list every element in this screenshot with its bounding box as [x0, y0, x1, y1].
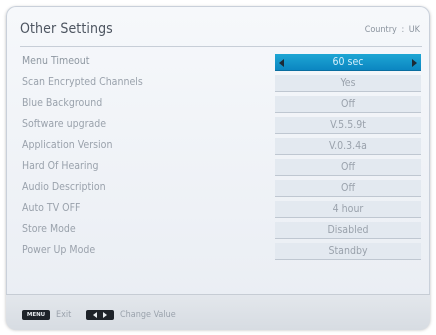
- setting-label: Software upgrade: [22, 118, 107, 130]
- setting-label: Audio Description: [22, 181, 106, 193]
- setting-value-selector[interactable]: 60 sec: [275, 54, 421, 71]
- setting-value[interactable]: Yes: [275, 75, 421, 92]
- setting-label: Store Mode: [22, 223, 76, 235]
- left-right-arrows-icon: [86, 310, 114, 320]
- setting-row-hard-of-hearing[interactable]: Hard Of Hearing Off: [20, 157, 421, 178]
- setting-label: Scan Encrypted Channels: [22, 76, 143, 88]
- setting-value[interactable]: Off: [275, 180, 421, 197]
- arrow-right-icon[interactable]: [412, 59, 417, 67]
- setting-row-software-upgrade[interactable]: Software upgrade V.5.5.9t: [20, 115, 421, 136]
- country-label: Country: [364, 25, 397, 35]
- country-separator: :: [401, 25, 405, 35]
- setting-value[interactable]: Standby: [275, 243, 421, 260]
- settings-panel: Other Settings Country : UK Menu Timeout…: [6, 6, 430, 329]
- help-change-value: Change Value: [86, 309, 176, 321]
- help-exit-label: Exit: [56, 310, 72, 320]
- setting-label: Power Up Mode: [22, 244, 96, 256]
- setting-label: Auto TV OFF: [22, 202, 81, 214]
- tv-screen: Other Settings Country : UK Menu Timeout…: [0, 0, 436, 335]
- setting-label: Blue Background: [22, 97, 103, 109]
- setting-value[interactable]: 4 hour: [275, 201, 421, 218]
- setting-value[interactable]: Disabled: [275, 222, 421, 239]
- setting-label: Hard Of Hearing: [22, 160, 99, 172]
- setting-row-blue-background[interactable]: Blue Background Off: [20, 94, 421, 115]
- setting-value[interactable]: Off: [275, 96, 421, 113]
- settings-list: Menu Timeout 60 sec Scan Encrypted Chann…: [20, 52, 421, 262]
- setting-row-menu-timeout[interactable]: Menu Timeout 60 sec: [20, 52, 421, 73]
- arrow-left-icon[interactable]: [279, 59, 284, 67]
- help-exit: MENU Exit: [22, 309, 71, 321]
- setting-row-application-version[interactable]: Application Version V.0.3.4a: [20, 136, 421, 157]
- help-change-value-label: Change Value: [120, 310, 176, 320]
- panel-header: Other Settings Country : UK: [20, 20, 420, 44]
- setting-label: Application Version: [22, 139, 113, 151]
- country-value: UK: [408, 25, 420, 35]
- setting-value[interactable]: V.0.3.4a: [275, 138, 421, 155]
- setting-row-store-mode[interactable]: Store Mode Disabled: [20, 220, 421, 241]
- setting-row-auto-tv-off[interactable]: Auto TV OFF 4 hour: [20, 199, 421, 220]
- setting-value[interactable]: Off: [275, 159, 421, 176]
- setting-label: Menu Timeout: [22, 55, 90, 67]
- menu-key-icon: MENU: [22, 310, 50, 320]
- setting-row-scan-encrypted-channels[interactable]: Scan Encrypted Channels Yes: [20, 73, 421, 94]
- setting-value[interactable]: V.5.5.9t: [275, 117, 421, 134]
- panel-title: Other Settings: [20, 21, 113, 37]
- country-indicator: Country : UK: [365, 25, 420, 35]
- setting-row-audio-description[interactable]: Audio Description Off: [20, 178, 421, 199]
- setting-row-power-up-mode[interactable]: Power Up Mode Standby: [20, 241, 421, 262]
- header-divider: [20, 46, 422, 47]
- setting-value: 60 sec: [332, 56, 364, 68]
- help-bar: MENU Exit Change Value: [6, 294, 430, 330]
